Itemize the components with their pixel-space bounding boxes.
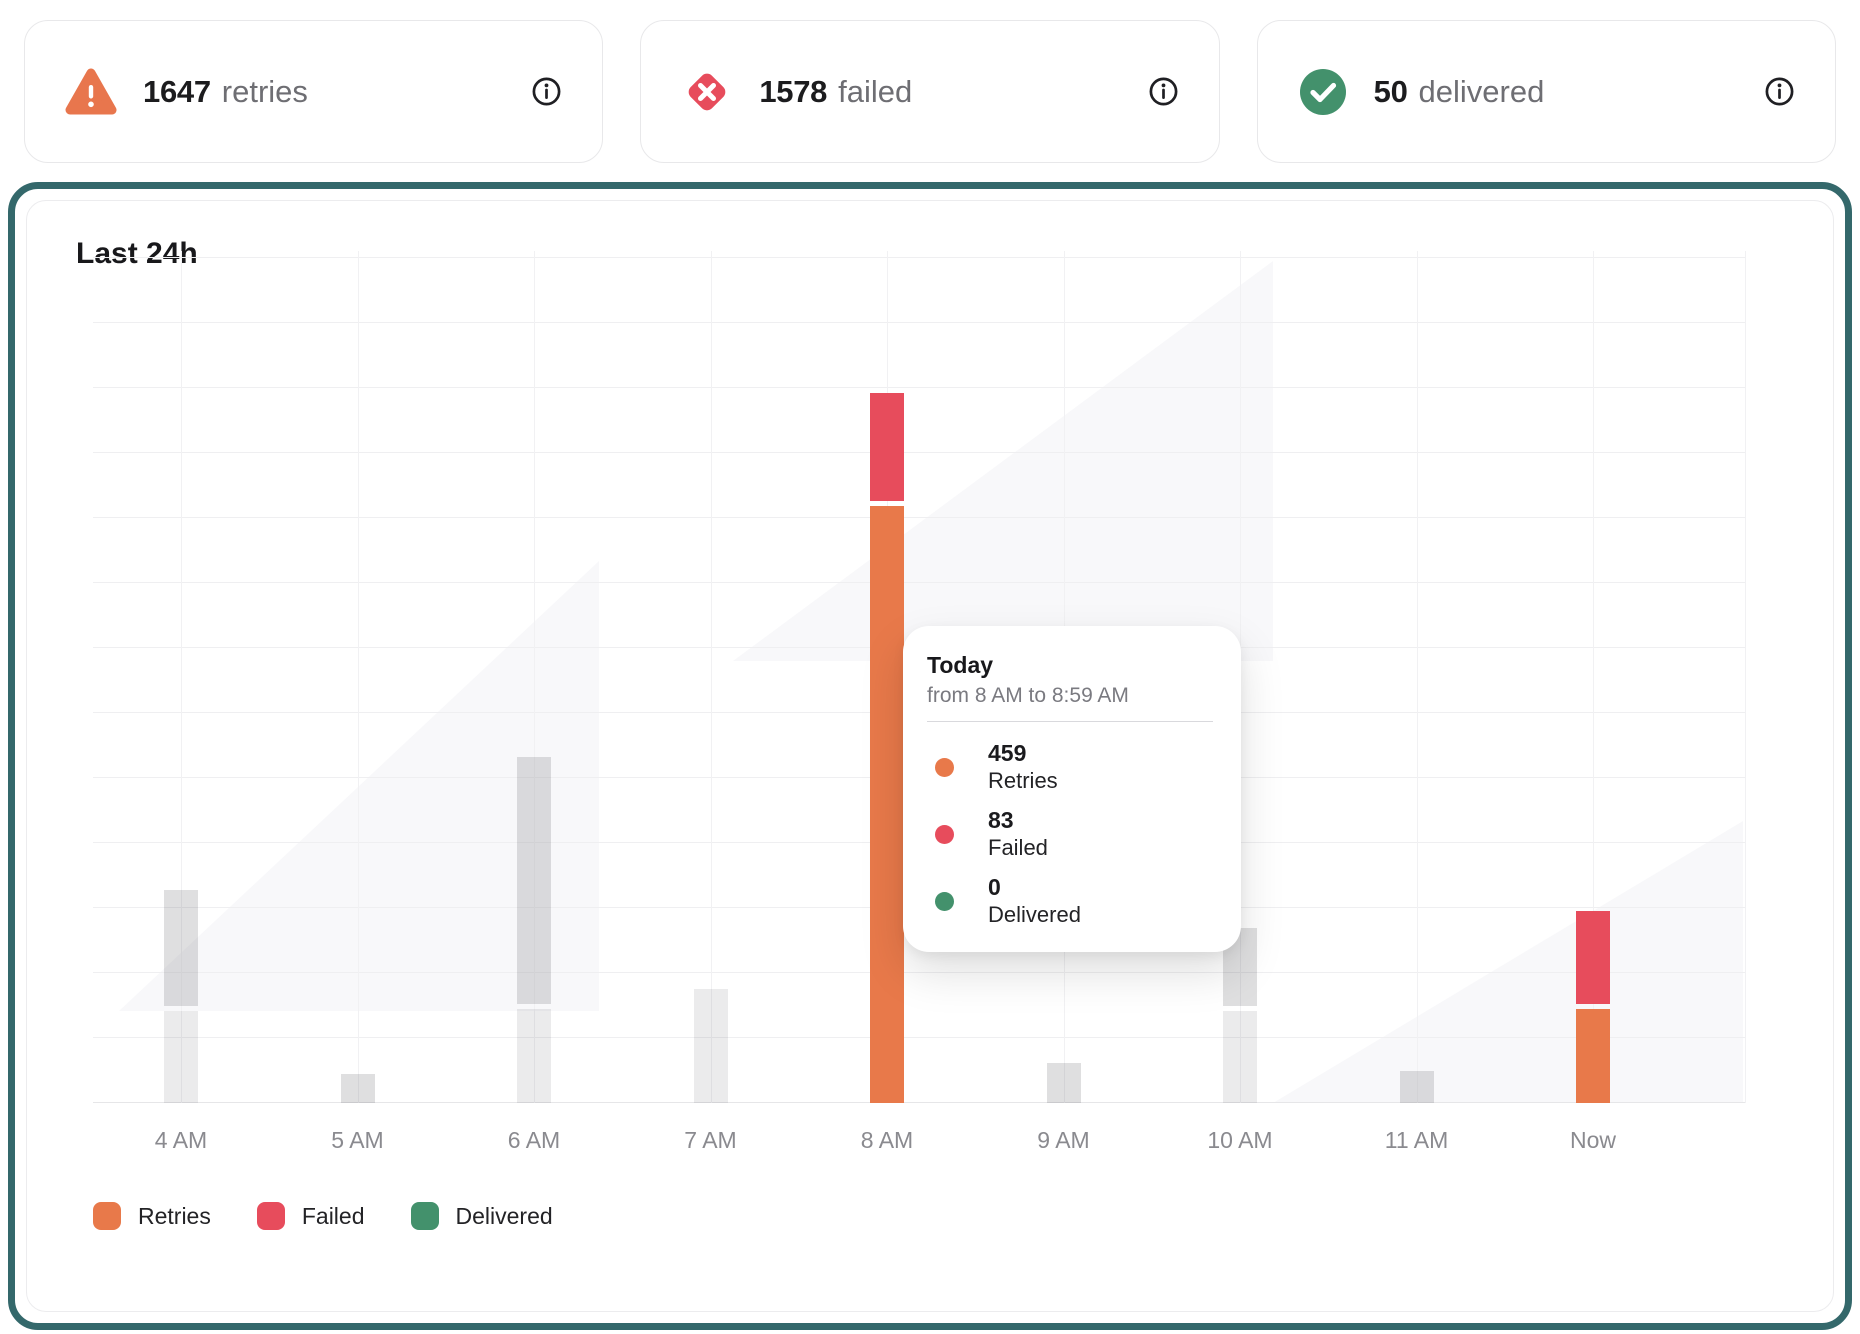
bar-segment-retries-4am[interactable] — [164, 1011, 198, 1103]
tooltip-value: 0 — [988, 874, 1081, 901]
gridline-horizontal — [93, 387, 1746, 388]
legend-label: Delivered — [456, 1203, 553, 1230]
gridline-vertical — [1745, 251, 1746, 1103]
warning-triangle-icon — [65, 68, 117, 116]
x-axis-label: 9 AM — [1037, 1127, 1089, 1154]
chart-card: Last 24h 4 AM5 AM6 AM7 AM8 AM9 AM10 AM11… — [26, 200, 1834, 1312]
retries-dot-icon — [935, 758, 954, 777]
tooltip-row-delivered: 0 Delivered — [927, 874, 1213, 928]
failed-swatch-icon — [257, 1202, 285, 1230]
x-axis-label: 5 AM — [331, 1127, 383, 1154]
stats-row: 1647 retries 1578 failed — [24, 20, 1836, 163]
tooltip-divider — [927, 721, 1213, 722]
x-axis-label: Now — [1570, 1127, 1616, 1154]
legend-item-failed[interactable]: Failed — [257, 1202, 365, 1230]
watermark-shape — [1273, 821, 1743, 1103]
stat-value: 50 — [1374, 74, 1408, 110]
bar-segment-failed-now[interactable] — [1576, 911, 1610, 1005]
stat-label: delivered — [1419, 74, 1545, 110]
bar-segment-retries-now[interactable] — [1576, 1009, 1610, 1103]
stat-label: retries — [222, 74, 308, 110]
x-axis-label: 8 AM — [861, 1127, 913, 1154]
tooltip-title: Today — [927, 652, 1213, 679]
delivered-swatch-icon — [411, 1202, 439, 1230]
tooltip-row-retries: 459 Retries — [927, 740, 1213, 794]
bar-segment-retries-10am[interactable] — [1223, 1011, 1257, 1103]
bar-segment-retries-7am[interactable] — [694, 989, 728, 1103]
legend-item-delivered[interactable]: Delivered — [411, 1202, 553, 1230]
gridline-horizontal — [93, 322, 1746, 323]
info-icon[interactable] — [1764, 76, 1795, 107]
bar-segment-failed-11am[interactable] — [1400, 1071, 1434, 1104]
tooltip-label: Delivered — [988, 901, 1081, 928]
tooltip-value: 83 — [988, 807, 1048, 834]
info-icon[interactable] — [531, 76, 562, 107]
delivered-dot-icon — [935, 892, 954, 911]
gridline-vertical — [1417, 251, 1418, 1103]
x-axis-label: 4 AM — [155, 1127, 207, 1154]
stat-value: 1647 — [143, 74, 211, 110]
chart-tooltip: Today from 8 AM to 8:59 AM 459 Retries 8… — [903, 626, 1241, 952]
chart-legend: Retries Failed Delivered — [93, 1202, 553, 1230]
bar-segment-retries-8am[interactable] — [870, 506, 904, 1103]
x-axis-label: 10 AM — [1207, 1127, 1272, 1154]
stat-value: 1578 — [759, 74, 827, 110]
gridline-horizontal — [93, 452, 1746, 453]
x-axis-label: 6 AM — [508, 1127, 560, 1154]
gridline-horizontal — [93, 972, 1746, 973]
gridline-vertical — [711, 251, 712, 1103]
bar-segment-failed-8am[interactable] — [870, 393, 904, 501]
stat-card-delivered[interactable]: 50 delivered — [1257, 20, 1836, 163]
x-axis-label: 11 AM — [1385, 1127, 1449, 1154]
failed-dot-icon — [935, 825, 954, 844]
tooltip-subtitle: from 8 AM to 8:59 AM — [927, 684, 1213, 708]
chart-frame: Last 24h 4 AM5 AM6 AM7 AM8 AM9 AM10 AM11… — [8, 182, 1852, 1330]
gridline-horizontal — [93, 582, 1746, 583]
tooltip-row-failed: 83 Failed — [927, 807, 1213, 861]
gridline-horizontal — [93, 257, 1746, 258]
gridline-vertical — [358, 251, 359, 1103]
x-diamond-icon — [681, 66, 733, 118]
bar-segment-failed-4am[interactable] — [164, 890, 198, 1006]
gridline-horizontal — [93, 517, 1746, 518]
gridline-horizontal — [93, 1037, 1746, 1038]
legend-item-retries[interactable]: Retries — [93, 1202, 211, 1230]
bar-segment-failed-9am[interactable] — [1047, 1063, 1081, 1103]
tooltip-label: Failed — [988, 834, 1048, 861]
watermark-shape — [733, 261, 1273, 661]
bar-segment-failed-6am[interactable] — [517, 757, 551, 1004]
legend-label: Retries — [138, 1203, 211, 1230]
legend-label: Failed — [302, 1203, 365, 1230]
stat-card-retries[interactable]: 1647 retries — [24, 20, 603, 163]
stat-label: failed — [838, 74, 912, 110]
retries-swatch-icon — [93, 1202, 121, 1230]
stat-card-failed[interactable]: 1578 failed — [640, 20, 1219, 163]
bar-segment-failed-5am[interactable] — [341, 1074, 375, 1103]
tooltip-value: 459 — [988, 740, 1058, 767]
x-axis-label: 7 AM — [684, 1127, 736, 1154]
info-icon[interactable] — [1148, 76, 1179, 107]
tooltip-label: Retries — [988, 767, 1058, 794]
check-circle-icon — [1298, 67, 1348, 117]
bar-segment-retries-6am[interactable] — [517, 1009, 551, 1103]
